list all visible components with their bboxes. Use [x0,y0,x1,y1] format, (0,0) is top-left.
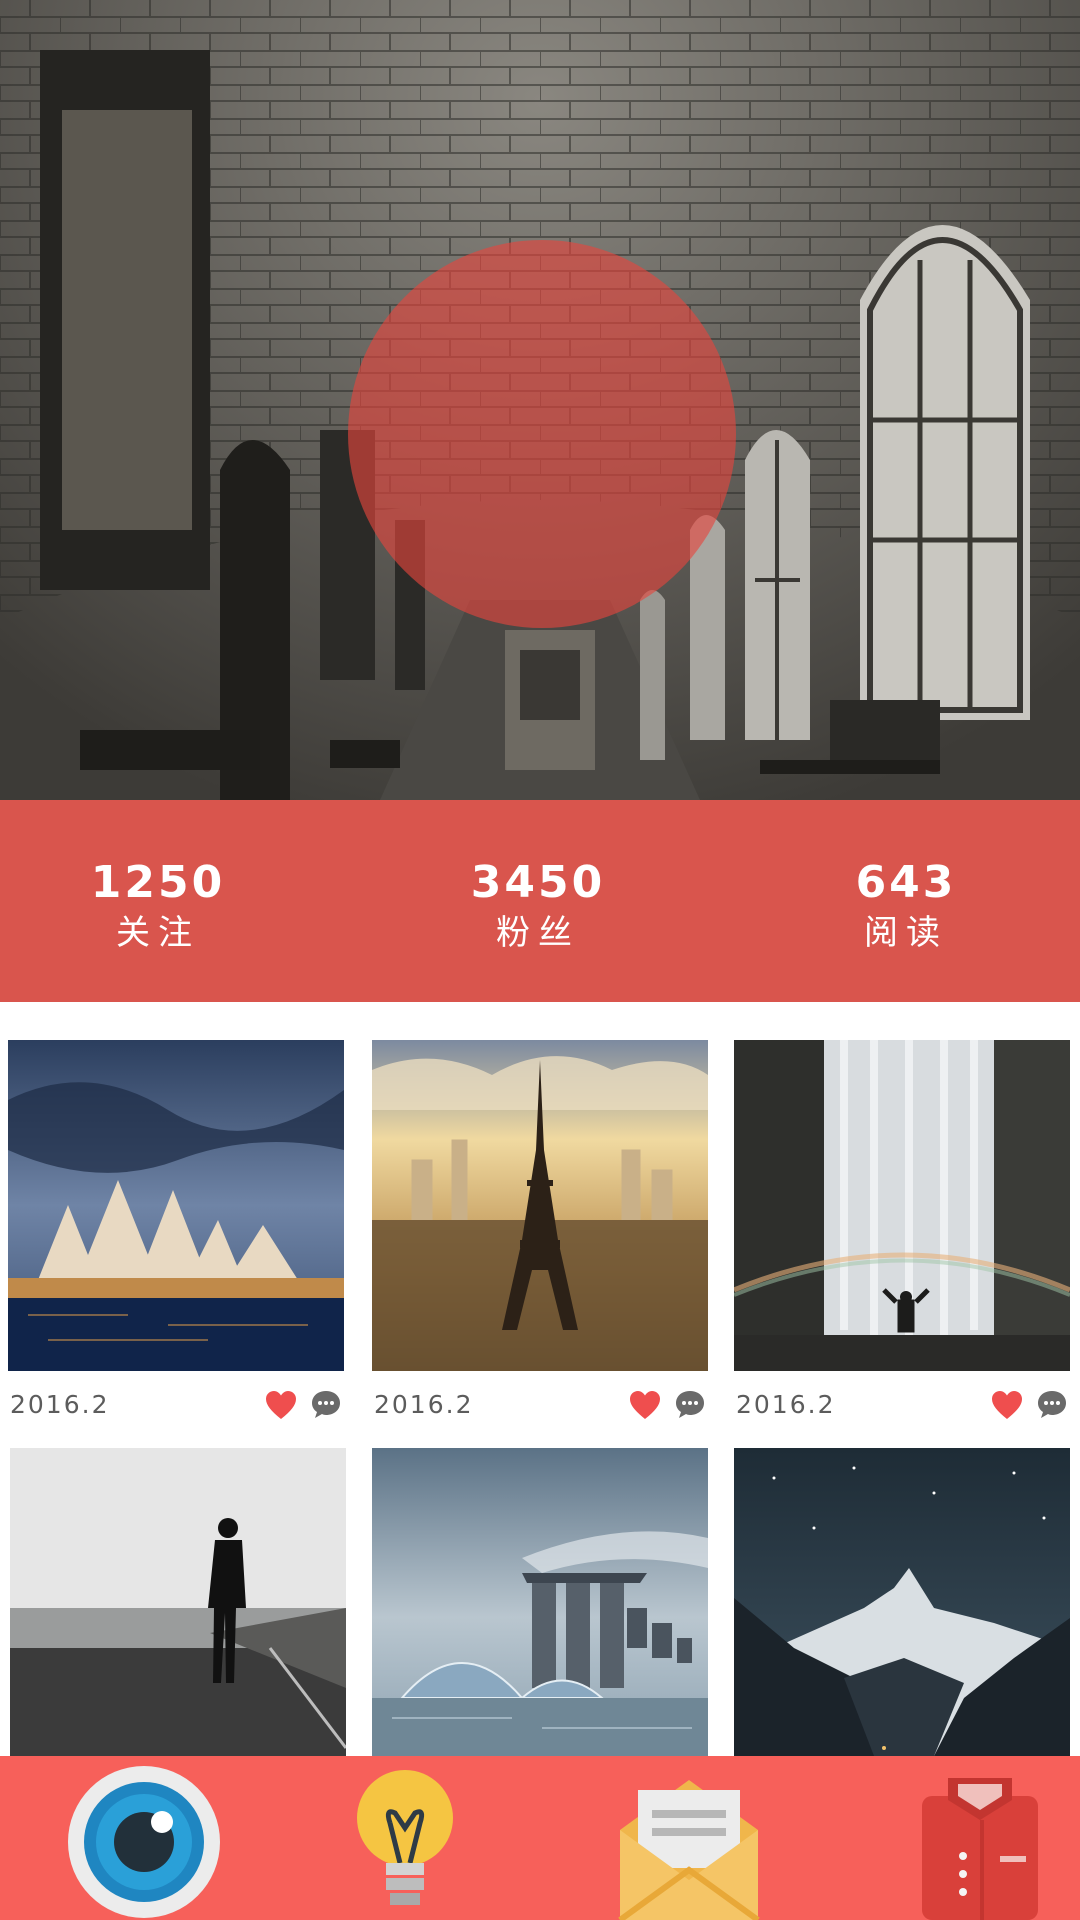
comment-bubble-icon[interactable] [674,1388,706,1420]
post-thumbnail[interactable] [734,1448,1070,1756]
post-meta: 2016.2 [8,1384,344,1424]
stat-reads-label: 阅读 [864,913,948,953]
comment-bubble-icon[interactable] [310,1388,342,1420]
post-thumbnail[interactable] [372,1040,708,1371]
snowy-mountain-night-photo [734,1448,1070,1756]
stat-followers-label: 粉丝 [496,913,580,953]
comment-bubble-icon[interactable] [1036,1388,1068,1420]
post-date: 2016.2 [736,1390,836,1419]
stats-bar: 1250 关注 3450 粉丝 643 阅读 [0,800,1080,1002]
stat-followers[interactable]: 3450 粉丝 [428,858,648,956]
post-thumbnail[interactable] [8,1040,344,1371]
person-by-sea-photo [10,1448,346,1756]
stat-following-label: 关注 [116,913,200,953]
shirt-icon[interactable] [918,1778,1042,1920]
accent-circle [348,240,736,628]
stat-reads[interactable]: 643 阅读 [796,858,1016,956]
post-thumbnail[interactable] [10,1448,346,1756]
waterfall-rainbow-photo [734,1040,1070,1371]
post-date: 2016.2 [10,1390,110,1419]
profile-header: 1250 关注 3450 粉丝 643 阅读 [0,0,1080,1002]
eiffel-tower-photo [372,1040,708,1371]
stat-following[interactable]: 1250 关注 [48,858,268,956]
marina-bay-sands-photo [372,1448,708,1756]
post-meta: 2016.2 [372,1384,708,1424]
lightbulb-icon[interactable] [350,1768,460,1918]
stat-followers-value: 3450 [470,857,606,908]
stat-reads-value: 643 [855,857,957,908]
post-date: 2016.2 [374,1390,474,1419]
stat-following-value: 1250 [90,857,226,908]
heart-icon[interactable] [629,1390,661,1420]
envelope-icon[interactable] [616,1770,762,1920]
heart-icon[interactable] [265,1390,297,1420]
post-meta: 2016.2 [734,1384,1070,1424]
eye-icon[interactable] [66,1764,222,1920]
post-thumbnail[interactable] [372,1448,708,1756]
post-thumbnail[interactable] [734,1040,1070,1371]
sydney-opera-house-photo [8,1040,344,1371]
bottom-navigation [0,1756,1080,1920]
heart-icon[interactable] [991,1390,1023,1420]
